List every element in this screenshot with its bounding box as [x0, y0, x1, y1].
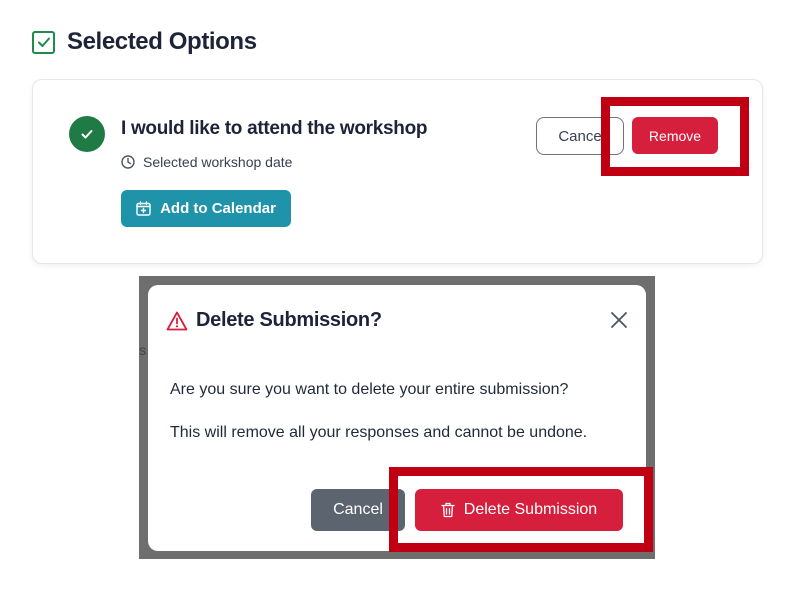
dialog-cancel-label: Cancel: [333, 501, 383, 518]
remove-highlight-box: [601, 97, 749, 176]
warning-triangle-icon: [166, 311, 188, 330]
option-title: I would like to attend the workshop: [121, 118, 428, 139]
section-header: Selected Options: [32, 28, 257, 56]
cancel-option-label: Cance: [558, 127, 602, 145]
check-circle-icon: [69, 116, 105, 152]
checkbox-checked-icon: [32, 30, 55, 54]
backdrop-text-fragment: ss: [139, 342, 147, 358]
delete-highlight-box: [389, 467, 653, 552]
add-to-calendar-label: Add to Calendar: [160, 200, 276, 217]
calendar-plus-icon: [136, 201, 151, 216]
dialog-note: This will remove all your responses and …: [170, 424, 588, 441]
dialog-question: Are you sure you want to delete your ent…: [170, 381, 569, 398]
dialog-title-text: Delete Submission?: [196, 309, 382, 331]
close-icon[interactable]: [608, 309, 630, 331]
add-to-calendar-button[interactable]: Add to Calendar: [121, 190, 291, 227]
option-date: Selected workshop date: [121, 154, 292, 170]
dialog-title: Delete Submission?: [166, 309, 382, 332]
clock-icon: [121, 155, 135, 169]
option-date-label: Selected workshop date: [143, 154, 293, 170]
section-title: Selected Options: [67, 28, 257, 55]
